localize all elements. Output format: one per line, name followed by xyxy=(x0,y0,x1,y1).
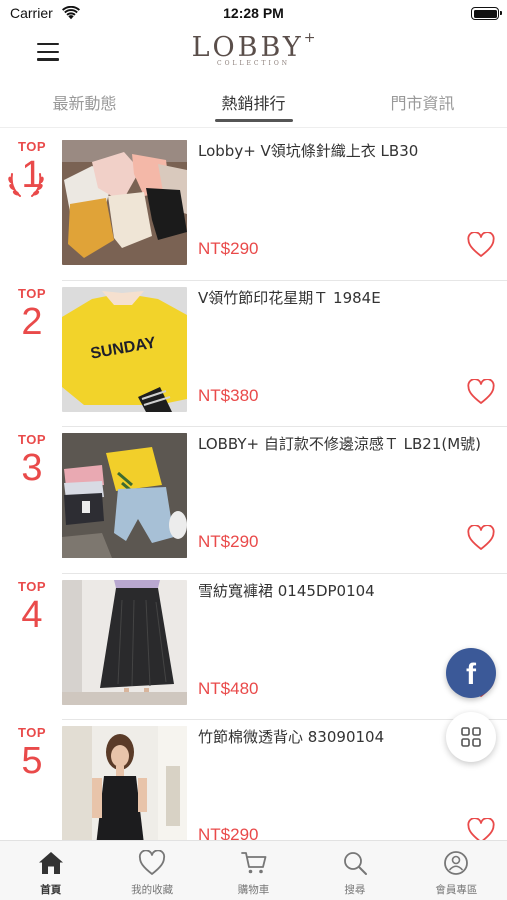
product-price: NT$290 xyxy=(198,239,259,258)
nav-home[interactable]: 首頁 xyxy=(0,841,101,900)
rank-badge: TOP 5 xyxy=(6,725,58,782)
product-price: NT$480 xyxy=(198,678,259,698)
product-name[interactable]: LOBBY+ 自訂款不修邊涼感Ｔ LB21(M號) xyxy=(198,434,493,454)
product-row[interactable]: TOP 3 LOBBY+ 自訂款不修邊涼感Ｔ LB21(M號) NT$290 xyxy=(0,427,507,574)
tab-store-info[interactable]: 門市資訊 xyxy=(338,84,507,127)
product-price: NT$290 xyxy=(198,532,259,551)
product-image[interactable] xyxy=(62,579,187,705)
product-row[interactable]: TOP 2 SUNDAY V領竹節印花星期Ｔ 1984E NT$380 xyxy=(0,281,507,428)
rank-badge: TOP 2 xyxy=(6,286,58,343)
product-row[interactable]: TOP 5 竹節棉微透背心 83090104 NT$290 xyxy=(0,720,507,840)
rank-badge: TOP 3 xyxy=(6,432,58,489)
rank-number: 2 xyxy=(21,300,43,343)
rank-top-label: TOP xyxy=(18,139,46,154)
member-icon xyxy=(444,851,469,875)
laurel-icon xyxy=(8,173,44,197)
product-price: NT$290 xyxy=(198,825,259,840)
app-screen: Carrier 12:28 PM LOBBY+ COLLECTION 最新動態 … xyxy=(0,0,507,900)
rank-number: 4 xyxy=(21,593,43,636)
heart-icon[interactable] xyxy=(467,378,495,405)
heart-icon[interactable] xyxy=(467,525,495,551)
rank-number: 5 xyxy=(21,740,43,782)
nav-search[interactable]: 搜尋 xyxy=(304,841,405,900)
rank-top-label: TOP xyxy=(18,725,46,740)
product-image[interactable] xyxy=(62,726,187,840)
logo-text: LOBBY xyxy=(191,32,304,63)
nav-favorites[interactable]: 我的收藏 xyxy=(101,841,202,900)
rank-badge: TOP 4 xyxy=(6,579,58,636)
section-tabs: 最新動態 熱銷排行 門市資訊 xyxy=(0,84,507,128)
logo-subtitle: COLLECTION xyxy=(217,60,290,67)
product-row[interactable]: TOP 1 Lobby+ V領坑條針織上衣 LB30 NT$290 xyxy=(0,134,507,281)
logo-plus: + xyxy=(303,30,316,46)
battery-icon xyxy=(471,7,502,20)
cart-icon xyxy=(240,852,266,874)
grid-icon xyxy=(461,727,481,747)
nav-label: 首頁 xyxy=(40,884,62,896)
facebook-button[interactable]: f xyxy=(446,648,496,698)
nav-label: 搜尋 xyxy=(344,884,366,896)
nav-label: 購物車 xyxy=(237,884,270,896)
facebook-icon: f xyxy=(466,658,476,691)
rank-number: 3 xyxy=(21,447,43,489)
search-icon xyxy=(344,852,367,875)
rank-top-label: TOP xyxy=(18,578,46,594)
product-price: NT$380 xyxy=(198,385,259,405)
nav-member[interactable]: 會員專區 xyxy=(406,841,507,900)
quick-menu-button[interactable] xyxy=(446,712,496,762)
rank-top-label: TOP xyxy=(18,432,46,447)
product-image[interactable]: SUNDAY xyxy=(62,286,187,412)
best-seller-list: TOP 1 Lobby+ V領坑條針織上衣 LB30 NT$290 TOP 2 … xyxy=(0,134,507,840)
tab-latest-news[interactable]: 最新動態 xyxy=(0,84,169,127)
heart-icon[interactable] xyxy=(467,818,495,840)
product-name[interactable]: V領竹節印花星期Ｔ 1984E xyxy=(198,288,493,308)
heart-icon[interactable] xyxy=(467,232,495,258)
product-name[interactable]: 雪紡寬褲裙 0145DP0104 xyxy=(198,581,493,601)
product-image[interactable] xyxy=(62,140,187,265)
clock: 12:28 PM xyxy=(223,5,284,21)
status-bar: Carrier 12:28 PM xyxy=(0,0,507,28)
nav-cart[interactable]: 購物車 xyxy=(203,841,304,900)
brand-logo[interactable]: LOBBY+ COLLECTION xyxy=(0,30,507,67)
nav-label: 我的收藏 xyxy=(131,884,174,896)
product-image[interactable] xyxy=(62,433,187,558)
app-header: LOBBY+ COLLECTION xyxy=(0,28,507,80)
nav-label: 會員專區 xyxy=(435,884,478,896)
tab-best-sellers[interactable]: 熱銷排行 xyxy=(169,84,338,127)
home-icon xyxy=(38,852,63,874)
heart-icon xyxy=(139,850,166,875)
product-row[interactable]: TOP 4 雪紡寬褲裙 0145DP0104 NT$480 xyxy=(0,574,507,721)
rank-top-label: TOP xyxy=(18,285,46,301)
bottom-nav: 首頁 我的收藏 購物車 搜尋 會員專區 xyxy=(0,840,507,900)
product-name[interactable]: Lobby+ V領坑條針織上衣 LB30 xyxy=(198,141,493,161)
